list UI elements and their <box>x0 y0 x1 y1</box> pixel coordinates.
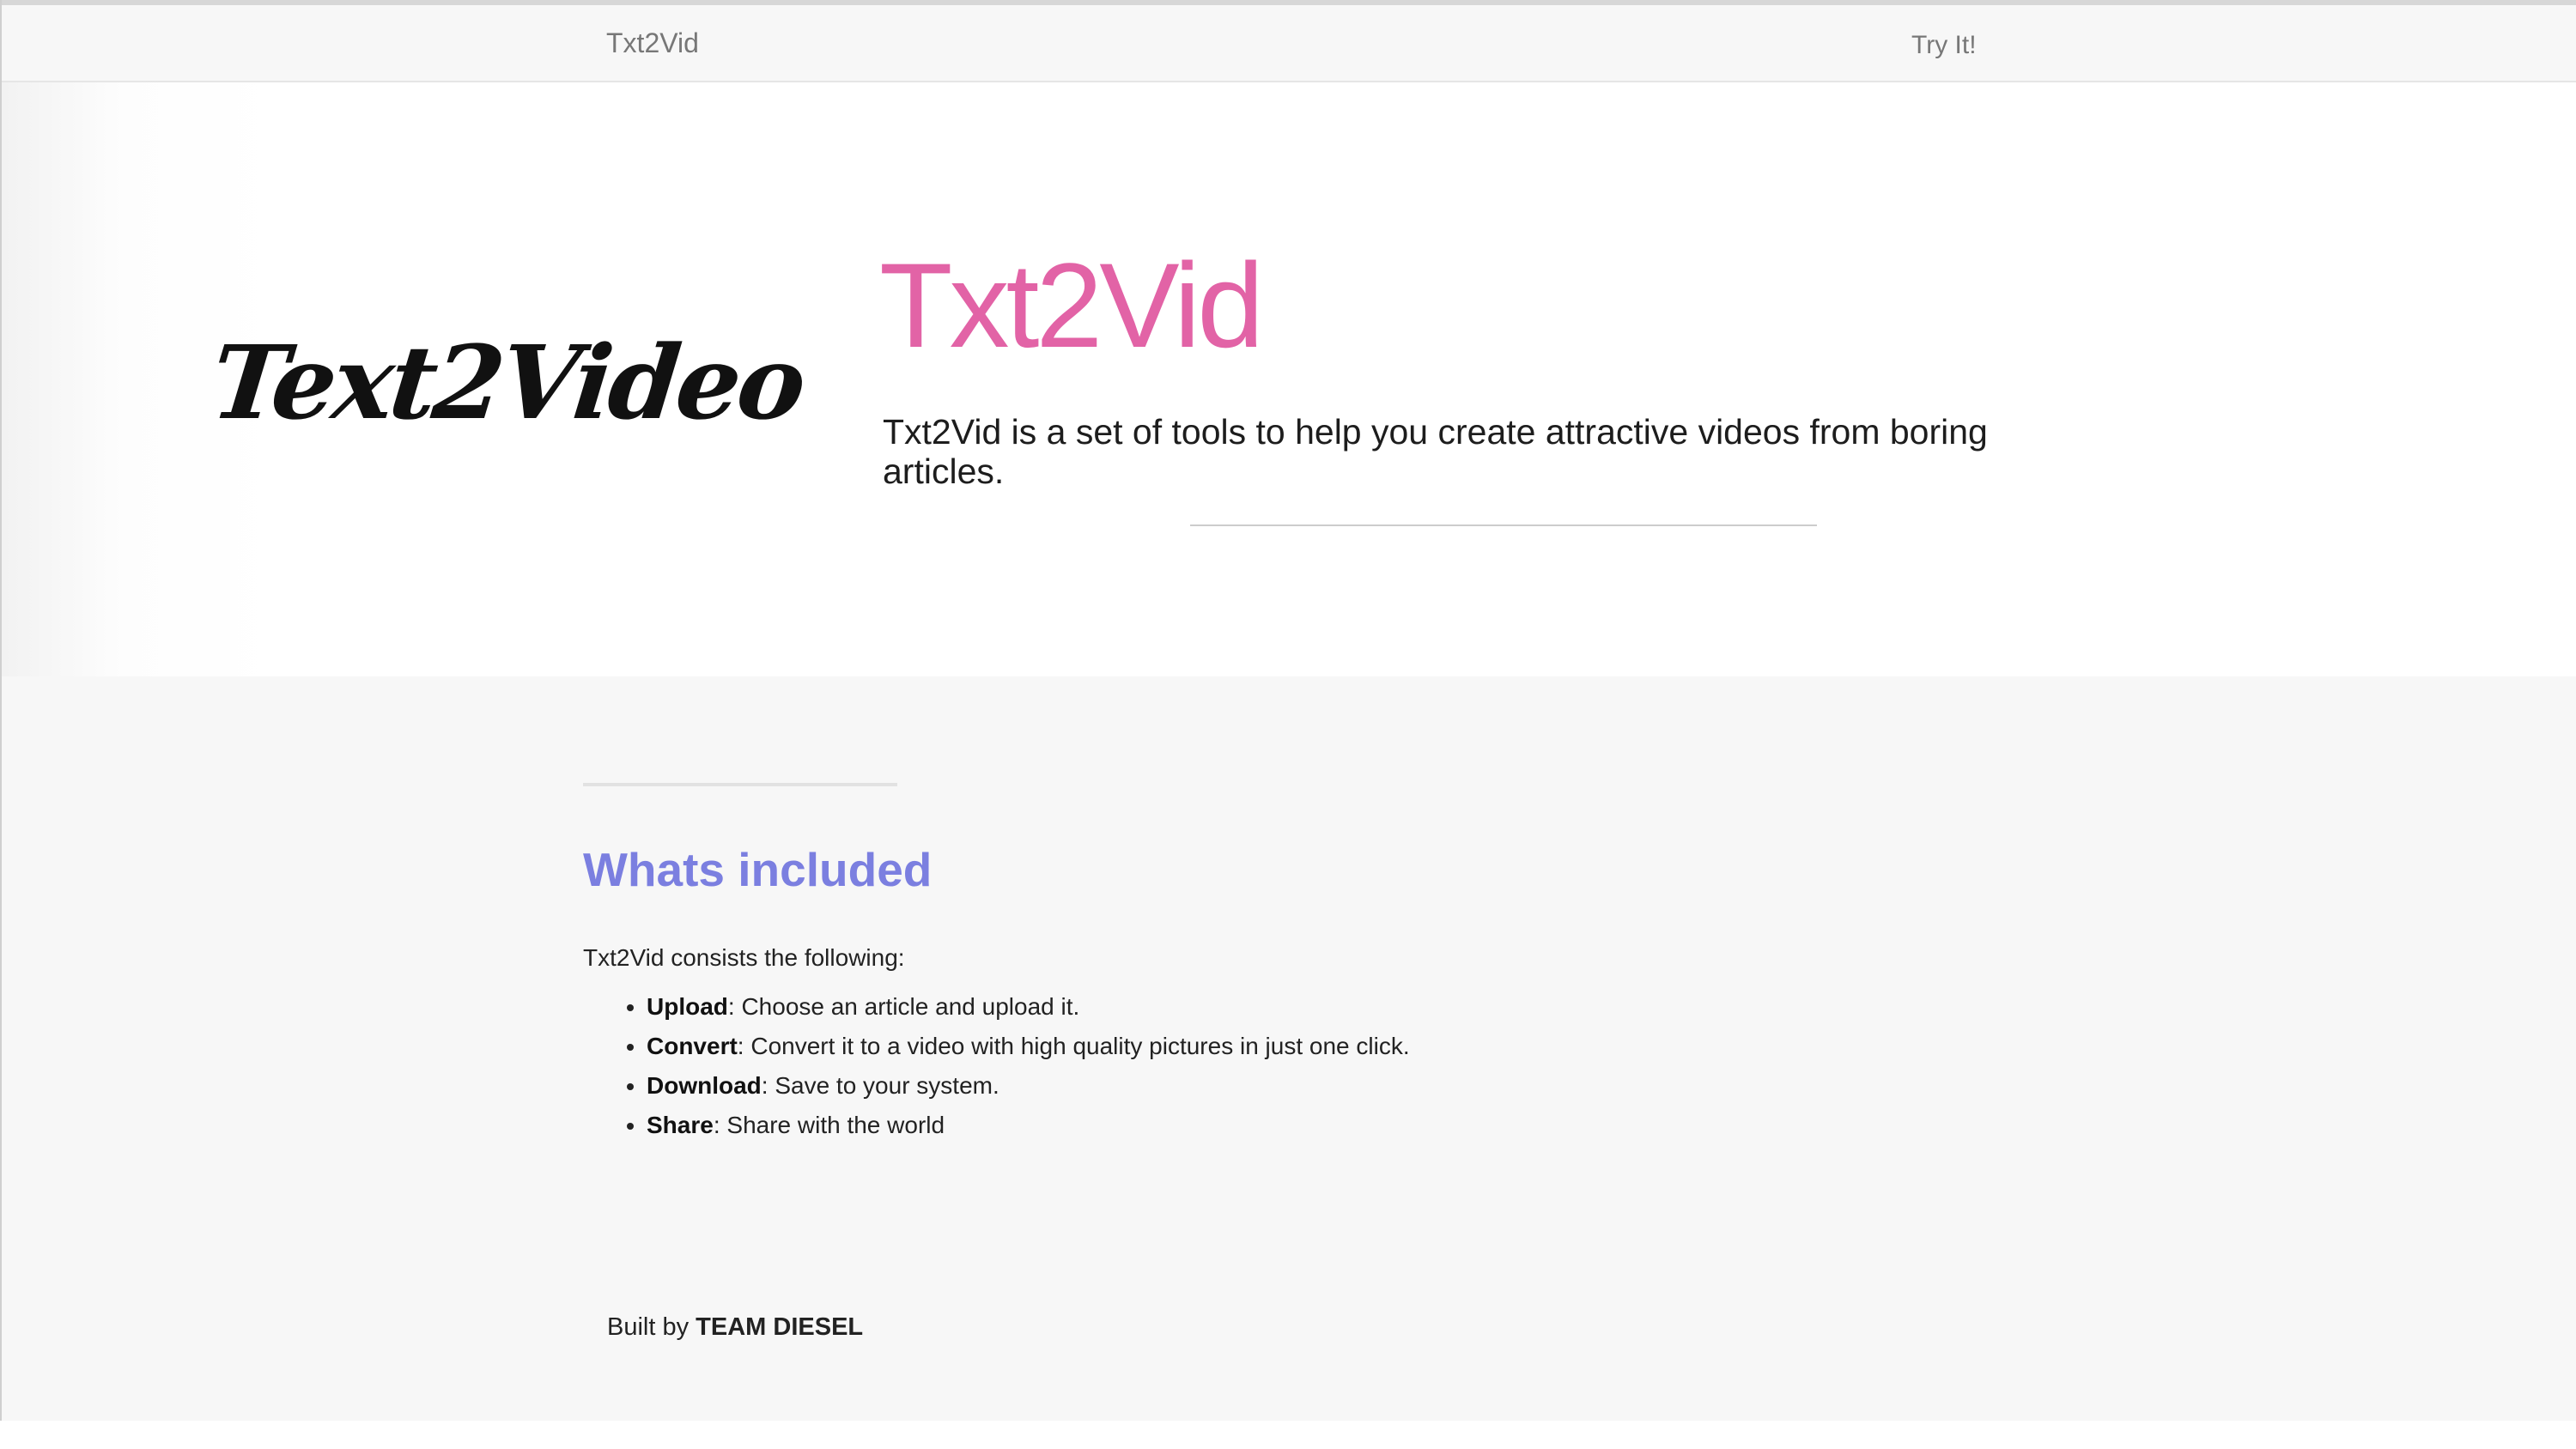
hero-title: Txt2Vid <box>879 238 1264 373</box>
text2video-logo: Text2Video <box>206 323 809 460</box>
brand-link[interactable]: Txt2Vid <box>606 27 699 59</box>
feature-name: Download <box>647 1072 762 1099</box>
try-it-link[interactable]: Try It! <box>1911 31 1977 60</box>
hero-divider <box>1190 524 1817 526</box>
section-intro: Txt2Vid consists the following: <box>583 944 905 971</box>
hero-section: Text2Video Txt2Vid Txt2Vid is a set of t… <box>2 82 2576 676</box>
list-item: Download: Save to your system. <box>647 1066 1410 1106</box>
list-item: Share: Share with the world <box>647 1106 1410 1145</box>
whats-included-section: Whats included Txt2Vid consists the foll… <box>2 676 2576 1421</box>
feature-desc: : Convert it to a video with high qualit… <box>737 1033 1410 1059</box>
section-divider <box>583 783 897 786</box>
feature-name: Share <box>647 1112 714 1138</box>
feature-desc: : Save to your system. <box>761 1072 999 1099</box>
feature-desc: : Choose an article and upload it. <box>727 993 1080 1020</box>
list-item: Upload: Choose an article and upload it. <box>647 987 1410 1027</box>
footer-credit: Built by TEAM DIESEL <box>607 1313 863 1342</box>
feature-name: Upload <box>647 993 728 1020</box>
footer-team: TEAM DIESEL <box>696 1313 864 1341</box>
list-item: Convert: Convert it to a video with high… <box>647 1027 1410 1066</box>
browser-viewport: Txt2Vid Try It! Text2Video Txt2Vid Txt2V… <box>0 0 2576 1421</box>
feature-desc: : Share with the world <box>713 1112 945 1138</box>
navbar: Txt2Vid Try It! <box>2 5 2576 82</box>
feature-name: Convert <box>647 1033 738 1059</box>
footer-prefix: Built by <box>607 1313 696 1341</box>
logo-wordmark: Text2Video <box>205 323 809 442</box>
section-heading: Whats included <box>583 843 933 896</box>
hero-lead: Txt2Vid is a set of tools to help you cr… <box>883 412 1988 491</box>
feature-list: Upload: Choose an article and upload it.… <box>583 987 1410 1145</box>
